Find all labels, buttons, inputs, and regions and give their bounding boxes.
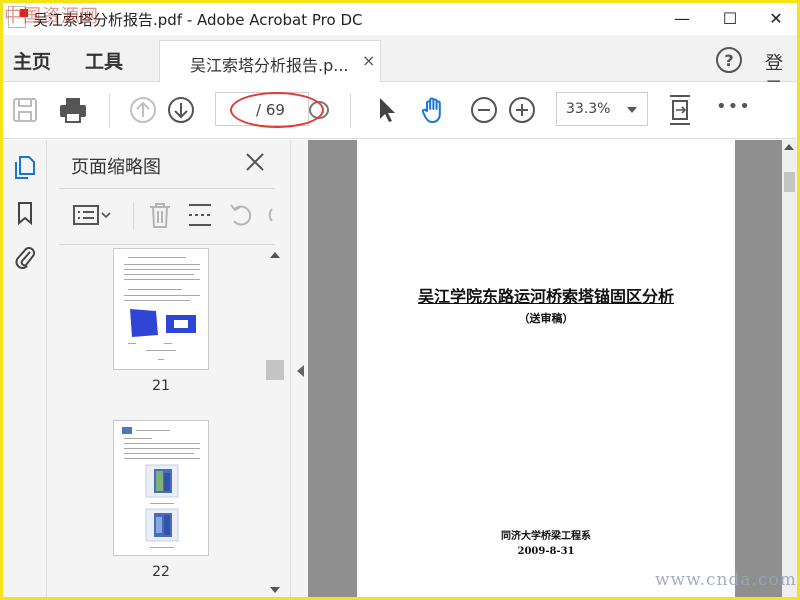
insert-page-icon[interactable] [185, 200, 215, 230]
toolbar-separator [350, 94, 351, 128]
hand-icon[interactable] [418, 94, 450, 126]
thumbnail-figure [145, 464, 179, 498]
panel-divider [59, 244, 275, 245]
thumbnail-page[interactable] [113, 420, 209, 556]
zoom-select[interactable]: 33.3% [556, 92, 648, 126]
document-subtitle: （送审稿） [518, 312, 574, 325]
panel-splitter[interactable] [290, 140, 308, 597]
help-icon[interactable]: ? [716, 47, 742, 73]
thumbnail-panel: 页面缩略图 21 22 [47, 140, 290, 597]
maximize-button[interactable]: ☐ [707, 3, 753, 33]
print-icon[interactable] [57, 94, 89, 126]
thumbnail-scrollbar[interactable] [265, 246, 285, 597]
fit-page-icon[interactable] [664, 92, 696, 128]
zoom-value: 33.3% [566, 101, 611, 117]
scroll-up-icon[interactable] [784, 144, 794, 150]
cursor-arrow-icon[interactable] [371, 94, 403, 126]
rotate-icon[interactable] [227, 200, 257, 230]
page-total: / 69 [256, 101, 285, 119]
page-number-input[interactable]: / 69 [215, 92, 309, 126]
panel-divider [59, 188, 275, 189]
attachment-icon[interactable] [12, 244, 38, 270]
document-view[interactable]: 吴江学院东路运河桥索塔锚固区分析 （送审稿） 同济大学桥梁工程系 2009-8-… [308, 140, 782, 597]
zoom-in-icon[interactable] [506, 94, 538, 126]
collapse-panel-icon[interactable] [297, 365, 304, 377]
panel-toolbar-separator [133, 202, 134, 230]
document-title: 吴江学院东路运河桥索塔锚固区分析 [417, 287, 674, 306]
page-options-icon[interactable] [303, 94, 335, 126]
title-bar: 吴江索塔分析报告.pdf - Adobe Acrobat Pro DC — ☐ … [3, 3, 797, 35]
document-page: 吴江学院东路运河桥索塔锚固区分析 （送审稿） 同济大学桥梁工程系 2009-8-… [357, 140, 735, 597]
menu-tools[interactable]: 工具 [85, 47, 123, 74]
close-window-button[interactable]: ✕ [753, 3, 799, 33]
document-date: 2009-8-31 [517, 546, 575, 557]
arrow-up-circle-icon[interactable] [127, 94, 159, 126]
thumbnail-label: 21 [152, 378, 170, 394]
document-tab[interactable]: 吴江索塔分析报告.p... × [159, 40, 381, 83]
thumbnail-figure [145, 508, 179, 542]
trash-icon[interactable] [145, 200, 175, 230]
document-organization: 同济大学桥梁工程系 [501, 531, 591, 542]
toolbar: / 69 33.3% ••• [3, 82, 797, 139]
thumbnail-scroll-thumb[interactable] [266, 360, 284, 380]
navigation-rail [3, 140, 47, 597]
document-tab-close-button[interactable]: × [362, 51, 375, 70]
save-icon[interactable] [9, 94, 41, 126]
pdf-file-icon [8, 6, 28, 28]
zoom-out-icon[interactable] [468, 94, 500, 126]
window-title: 吴江索塔分析报告.pdf - Adobe Acrobat Pro DC [33, 11, 363, 29]
rotate-clockwise-icon[interactable] [263, 200, 273, 230]
bookmark-icon[interactable] [12, 200, 38, 226]
chevron-down-icon [627, 107, 637, 113]
thumbnail-label: 22 [152, 564, 170, 580]
menu-home[interactable]: 主页 [13, 47, 51, 74]
thumbnail-options-icon[interactable] [73, 200, 113, 230]
scroll-up-icon[interactable] [270, 252, 280, 258]
arrow-down-circle-icon[interactable] [165, 94, 197, 126]
thumbnail-page[interactable] [113, 248, 209, 370]
close-icon[interactable] [243, 150, 267, 174]
menu-bar: 主页 工具 吴江索塔分析报告.p... × ? 登录 [3, 35, 797, 100]
toolbar-separator [109, 94, 110, 128]
page-thumbnails-icon[interactable] [12, 154, 38, 180]
more-icon[interactable]: ••• [716, 96, 751, 117]
minimize-button[interactable]: — [659, 3, 705, 33]
scroll-down-icon[interactable] [270, 587, 280, 593]
document-scroll-thumb[interactable] [784, 172, 795, 192]
document-tab-label: 吴江索塔分析报告.p... [190, 56, 349, 75]
thumbnail-list: 21 22 [47, 246, 269, 597]
thumbnail-figure [130, 309, 196, 337]
panel-title: 页面缩略图 [71, 157, 161, 178]
document-scrollbar[interactable] [782, 140, 797, 597]
